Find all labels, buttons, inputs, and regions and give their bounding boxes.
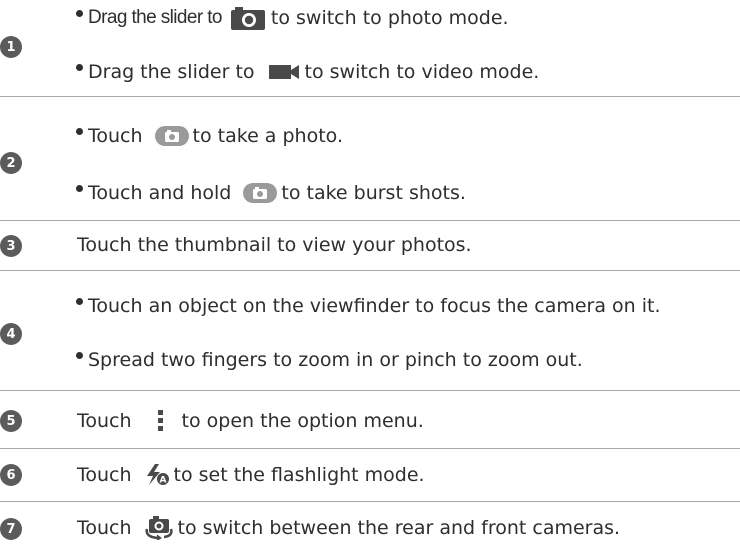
bullet [76, 351, 83, 359]
table-row: 4 Touch an object on the viewfinder to f… [0, 271, 740, 391]
step-number-badge: 5 [0, 410, 22, 432]
row-text: Touch to switch between the rear and fro… [77, 516, 621, 540]
list-item: Touch an object on the viewfinder to foc… [76, 294, 661, 318]
bullet [76, 184, 83, 192]
table-row: 5 Touch to open the option menu. [0, 391, 740, 449]
step-number-badge: 7 [0, 518, 22, 540]
table-row: 1 Drag the slider to to switch to photo … [0, 0, 740, 97]
row-text: Touch the thumbnail to view your photos. [77, 234, 472, 256]
list-item: Touch and hold to take burst shots. [76, 181, 466, 205]
shutter-button-icon [154, 126, 189, 146]
row-text: Touch to open the option menu. [77, 410, 424, 432]
list-item: Spread two fingers to zoom in or pinch t… [76, 348, 583, 372]
bullet [76, 9, 83, 17]
more-options-icon [157, 410, 164, 432]
list-item: Touch to take a photo. [76, 124, 343, 148]
table-row: 2 Touch to take a photo. Touch and hold [0, 97, 740, 221]
list-item: Drag the slider to to switch to photo mo… [76, 6, 509, 30]
step-number-badge: 4 [0, 323, 22, 345]
svg-text:A: A [159, 476, 166, 486]
table-row: 3 Touch the thumbnail to view your photo… [0, 221, 740, 271]
step-number-badge: 3 [0, 235, 22, 257]
switch-camera-icon [144, 516, 174, 540]
bullet [76, 127, 83, 135]
row-text: Touch A to set the flashlight mode. [77, 464, 425, 486]
video-camera-icon [268, 64, 301, 80]
bullet [76, 297, 83, 305]
step-number-badge: 1 [0, 36, 22, 58]
camera-icon [230, 6, 265, 30]
list-item: Drag the slider to to switch to video mo… [76, 60, 539, 84]
shutter-button-icon [243, 183, 278, 203]
step-number-badge: 6 [0, 464, 22, 486]
flash-auto-icon: A [146, 464, 170, 486]
step-number-badge: 2 [0, 152, 22, 174]
table-row: 7 Touch to switch between the rear and f… [0, 502, 740, 554]
bullet [76, 63, 83, 71]
table-row: 6 Touch A to set the flashlight mode. [0, 449, 740, 502]
instruction-table: 1 Drag the slider to to switch to photo … [0, 0, 740, 554]
